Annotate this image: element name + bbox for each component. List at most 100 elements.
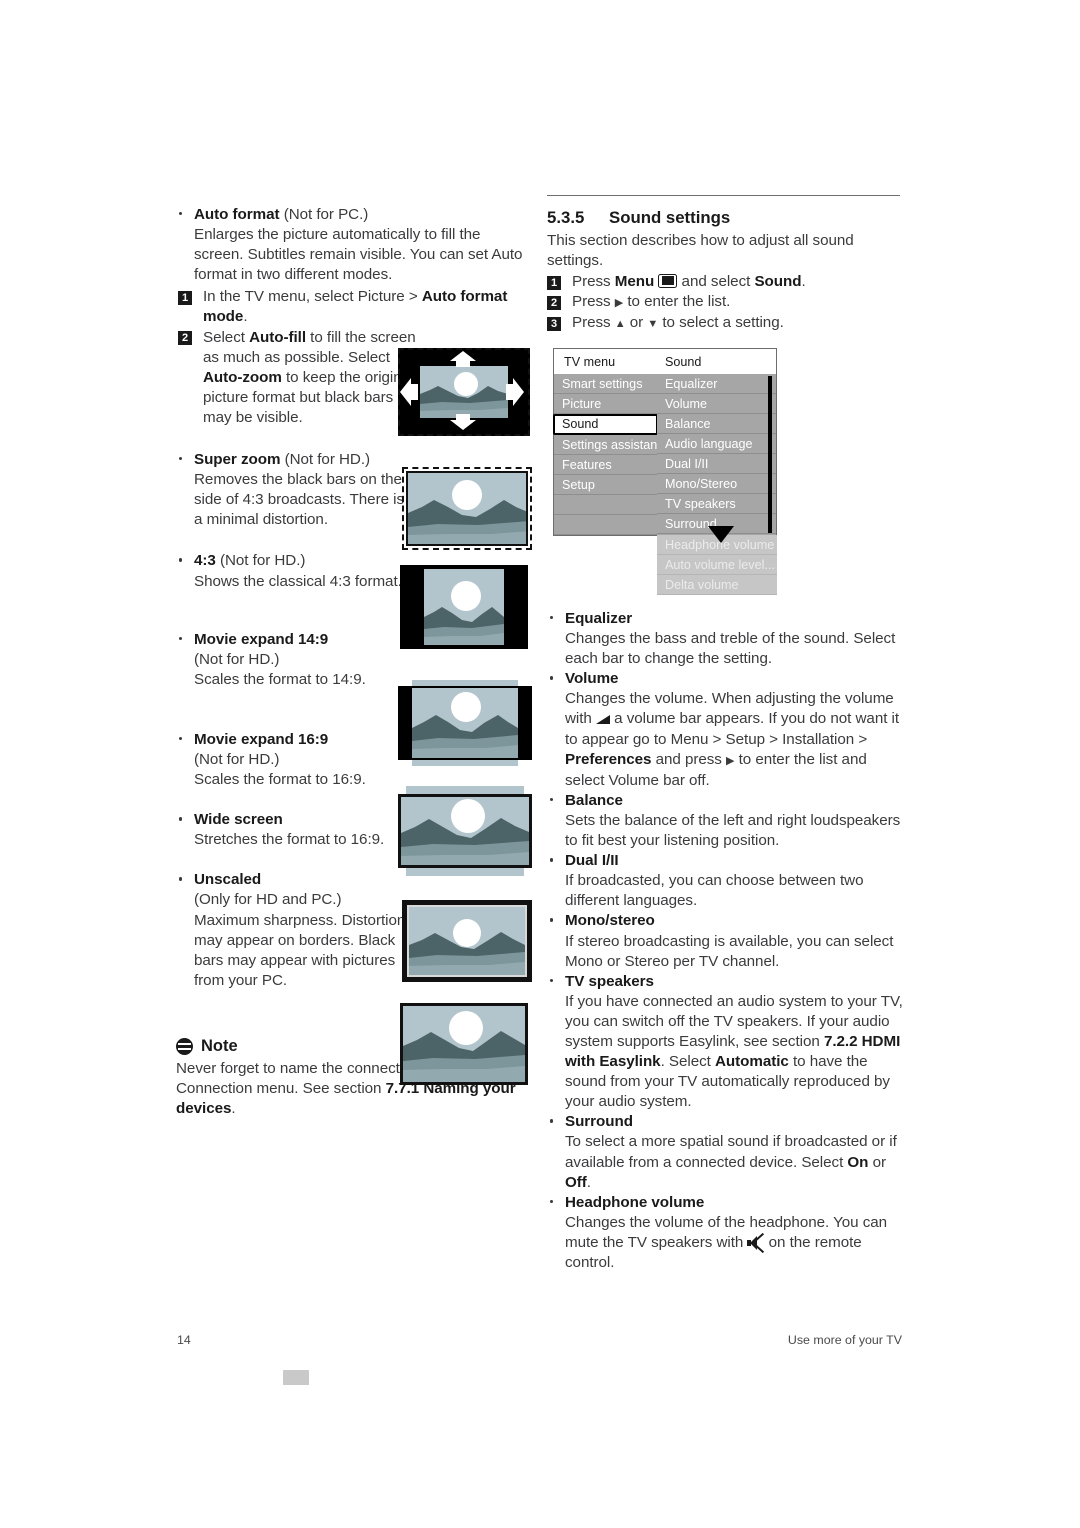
format-title: Movie expand 14:9 (194, 630, 329, 648)
step-2-auto-format: 2 Select Auto-fill to fill the screen as… (178, 328, 418, 428)
step-text-a: Press (572, 273, 615, 291)
tv-menu-body: Smart settings Picture Sound Settings as… (553, 374, 777, 536)
setting-title: Mono/stereo (565, 912, 655, 930)
tv-menu-item-features[interactable]: Features (554, 455, 657, 475)
tv-menu-item-picture[interactable]: Picture (554, 394, 657, 414)
tv-picture (407, 905, 527, 977)
format-qualifier: (Not for HD.) (219, 552, 306, 570)
section-rule (547, 195, 900, 196)
setting-text: or (868, 1153, 886, 1171)
setting-bold: Automatic (715, 1053, 789, 1071)
arrow-left-icon (400, 378, 418, 411)
tv-menu-item-settings-assistant[interactable]: Settings assistant (554, 435, 661, 455)
illustration-movie-expand-16-9 (398, 786, 532, 876)
setting-desc: Changes the volume of the headphone. You… (565, 1213, 905, 1273)
left-column: Auto format (Not for PC.) Enlarges the p… (176, 205, 531, 1119)
note-text-b: . (231, 1100, 236, 1118)
setting-text: . (586, 1173, 591, 1191)
tv-menu-item-dual-i-ii[interactable]: Dual I/II (657, 454, 776, 474)
mountains (408, 500, 526, 544)
step-text-a: In the TV menu, select Picture > (203, 288, 422, 306)
bullet-dot (179, 457, 183, 461)
setting-text: and press (651, 750, 727, 768)
illustration-unscaled (400, 1003, 528, 1085)
setting-desc: Sets the balance of the left and right l… (565, 811, 901, 850)
format-desc: (Only for HD and PC.) Maximum sharpness.… (194, 891, 406, 989)
step-1-auto-format: 1 In the TV menu, select Picture > Auto … (178, 287, 531, 327)
format-item-super-zoom: Super zoom (Not for HD.) Removes the bla… (176, 450, 409, 530)
volume-icon (595, 715, 610, 725)
bullet-dot (550, 918, 554, 922)
tv-menu-item-sound-selected[interactable]: Sound (553, 414, 658, 435)
page-number: 14 (177, 1333, 191, 1347)
step-number: 3 (547, 316, 561, 331)
format-desc: Scales the format to 16:9. (194, 771, 366, 789)
setting-volume: Volume Changes the volume. When adjustin… (547, 669, 905, 791)
bullet-dot (179, 817, 183, 821)
tv-menu-item-balance[interactable]: Balance (657, 414, 776, 434)
tv-menu-item-blank (554, 495, 657, 515)
step-text-c: . (801, 273, 806, 291)
tv-picture (398, 794, 532, 868)
format-qualifier: (Not for HD.) (284, 451, 371, 469)
step-text-a: Press (572, 293, 615, 311)
tv-menu-item-mono-stereo[interactable]: Mono/Stereo (657, 474, 776, 494)
setting-desc: If broadcasted, you can choose between t… (565, 872, 864, 910)
setting-desc: Changes the volume. When adjusting the v… (565, 689, 905, 790)
tv-menu-left-list: Smart settings Picture Sound Settings as… (553, 374, 661, 535)
tv-menu-item-setup[interactable]: Setup (554, 475, 657, 495)
tv-picture (406, 471, 528, 546)
tv-menu-overflow-list: Headphone volume Auto volume level... De… (657, 535, 777, 595)
sound-step-3: 3 Press ▲ or ▼ to select a setting. (547, 313, 902, 334)
setting-text: a volume bar appears. If you do not want… (565, 710, 900, 748)
illustration-wide-screen (402, 900, 532, 982)
manual-page: Auto format (Not for PC.) Enlarges the p… (0, 0, 1080, 1528)
format-desc: Removes the black bars on the side of 4:… (194, 471, 405, 529)
section-number: 5.3.5 (547, 208, 585, 227)
setting-equalizer: Equalizer Changes the bass and treble of… (547, 609, 905, 669)
tv-menu-item-delta-volume[interactable]: Delta volume (657, 575, 777, 595)
tv-menu-item-audio-language[interactable]: Audio language (657, 434, 776, 454)
bullet-dot (550, 1119, 554, 1123)
illustration-four-three (400, 565, 528, 649)
bullet-dot (550, 616, 554, 620)
format-desc: Shows the classical 4:3 format. (194, 572, 402, 590)
format-item-unscaled: Unscaled (Only for HD and PC.) Maximum s… (176, 870, 409, 991)
tv-menu-item-smart-settings[interactable]: Smart settings (554, 374, 657, 394)
arrow-up-icon: ▲ (614, 318, 626, 331)
menu-button-icon (658, 273, 678, 288)
step-number: 2 (178, 331, 192, 346)
tv-menu-item-equalizer[interactable]: Equalizer (657, 374, 776, 394)
step-bold-b: Sound (754, 273, 802, 291)
format-title: Auto format (194, 206, 280, 223)
bullet-dot (550, 797, 554, 802)
tv-menu-item-tv-speakers[interactable]: TV speakers (657, 494, 776, 514)
section-intro: This section describes how to adjust all… (547, 232, 854, 270)
arrow-right-icon (506, 378, 524, 411)
setting-text: . Select (660, 1053, 715, 1071)
setting-desc: If you have connected an audio system to… (565, 992, 905, 1113)
setting-bold: On (847, 1153, 869, 1171)
setting-surround: Surround To select a more spatial sound … (547, 1112, 905, 1192)
illustration-movie-expand-14-9 (398, 680, 532, 766)
tv-menu-scrollbar[interactable] (768, 376, 772, 533)
note-icon (176, 1037, 193, 1055)
bullet-dot (179, 558, 183, 562)
tv-menu-header-right: Sound (665, 354, 702, 369)
tv-menu-item-auto-volume-level[interactable]: Auto volume level... (657, 555, 777, 575)
bullet-dot (179, 212, 183, 216)
tv-menu-item-volume[interactable]: Volume (657, 394, 776, 414)
setting-desc: To select a more spatial sound if broadc… (565, 1132, 905, 1192)
tv-picture (400, 1003, 528, 1085)
sound-settings-list: Equalizer Changes the bass and treble of… (547, 609, 905, 1273)
setting-headphone-volume: Headphone volume Changes the volume of t… (547, 1193, 905, 1273)
step-text-b: and select (677, 273, 755, 291)
setting-title: Dual I/II (565, 852, 619, 870)
format-title: Unscaled (194, 871, 262, 889)
setting-tv-speakers: TV speakers If you have connected an aud… (547, 972, 905, 1113)
mountains (424, 607, 504, 645)
tv-picture (424, 569, 504, 645)
section-title: Sound settings (609, 208, 731, 227)
format-qualifier: (Not for HD.) (194, 750, 280, 768)
tv-picture (412, 688, 518, 758)
